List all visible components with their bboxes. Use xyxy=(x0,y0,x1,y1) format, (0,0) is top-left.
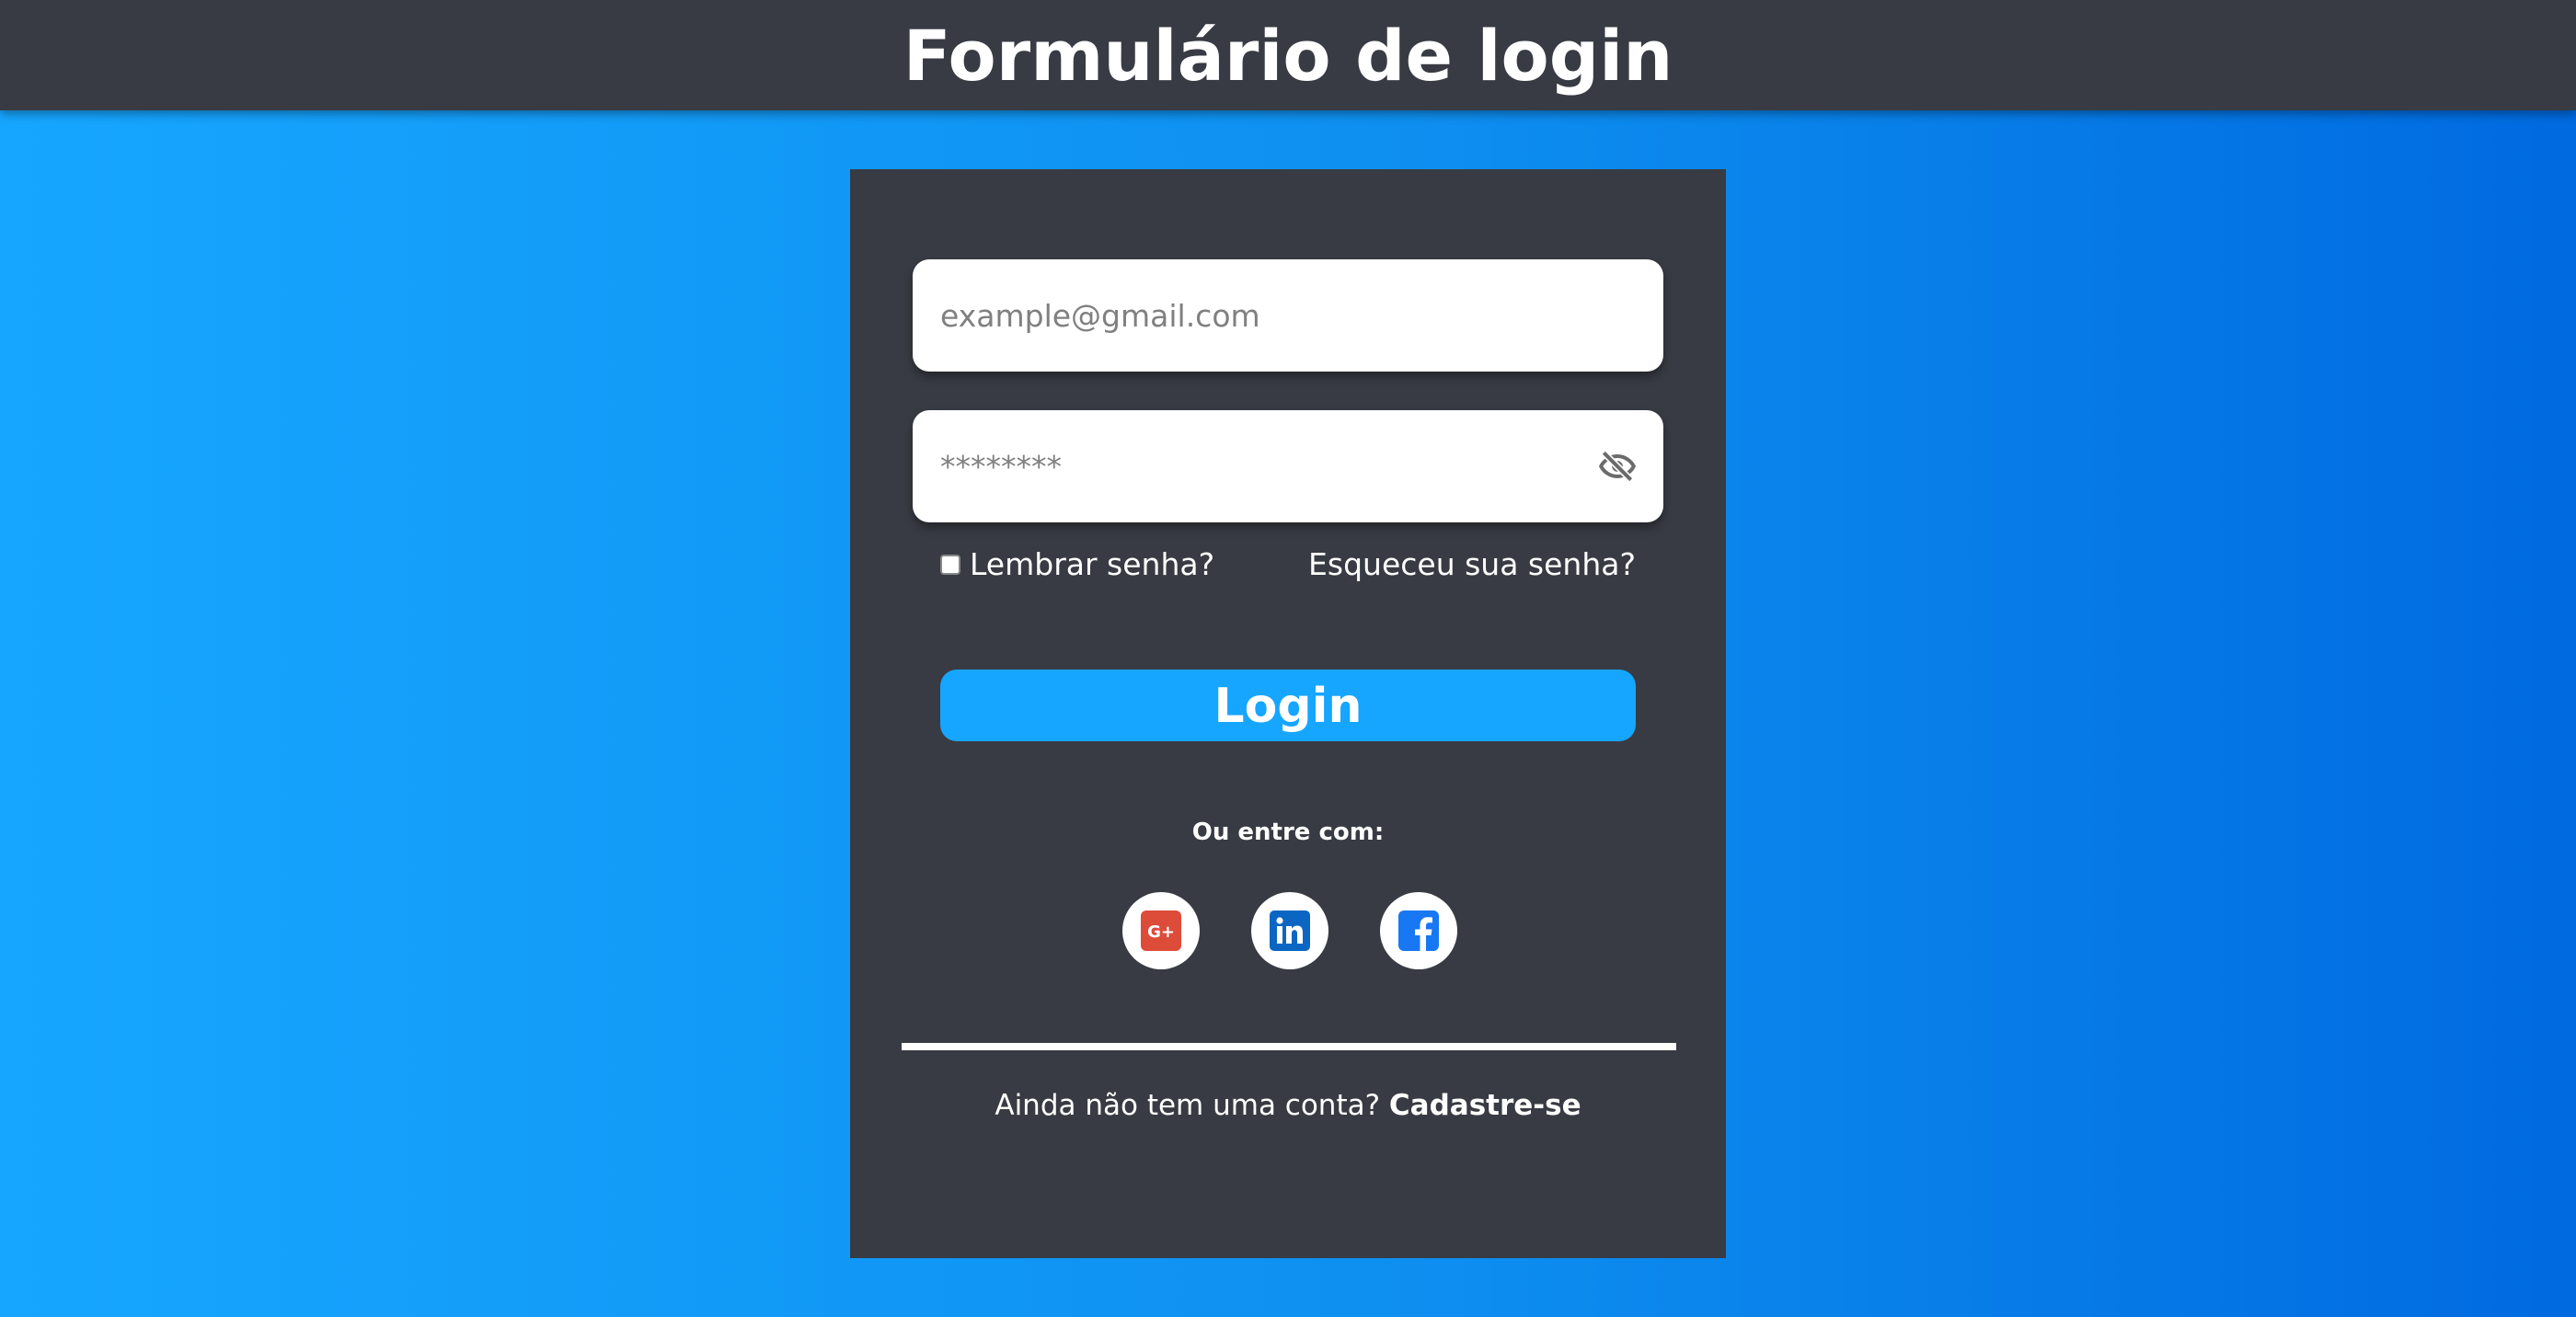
login-button[interactable]: Login xyxy=(940,670,1636,741)
google-plus-button[interactable]: G+ xyxy=(1122,892,1200,969)
social-login-label: Ou entre com: xyxy=(1191,819,1385,846)
login-options: Lembrar senha? Esqueceu sua senha? xyxy=(940,546,1636,592)
password-input[interactable] xyxy=(940,410,1584,522)
divider xyxy=(902,1043,1676,1050)
email-input[interactable] xyxy=(940,259,1584,372)
svg-text:G+: G+ xyxy=(1147,922,1175,942)
facebook-icon xyxy=(1398,910,1439,951)
eye-slash-icon[interactable] xyxy=(1597,446,1638,487)
linkedin-icon xyxy=(1270,910,1310,951)
remember-checkbox[interactable] xyxy=(940,554,960,575)
facebook-button[interactable] xyxy=(1380,892,1457,969)
google-plus-icon: G+ xyxy=(1141,910,1181,951)
login-card: Lembrar senha? Esqueceu sua senha? Login… xyxy=(850,169,1726,1258)
linkedin-button[interactable] xyxy=(1251,892,1328,969)
page-title: Formulário de login xyxy=(903,14,1673,97)
remember-password[interactable]: Lembrar senha? xyxy=(940,546,1214,582)
email-field-container xyxy=(913,259,1663,372)
signup-prompt: Ainda não tem uma conta? Cadastre-se xyxy=(850,1089,1726,1122)
header-bar: Formulário de login xyxy=(0,0,2576,110)
remember-label: Lembrar senha? xyxy=(970,546,1215,582)
password-field-container xyxy=(913,410,1663,522)
signup-text: Ainda não tem uma conta? xyxy=(995,1089,1381,1122)
forgot-password-link[interactable]: Esqueceu sua senha? xyxy=(1308,546,1636,582)
social-login-buttons: G+ xyxy=(850,892,1726,969)
signup-link[interactable]: Cadastre-se xyxy=(1389,1089,1581,1122)
